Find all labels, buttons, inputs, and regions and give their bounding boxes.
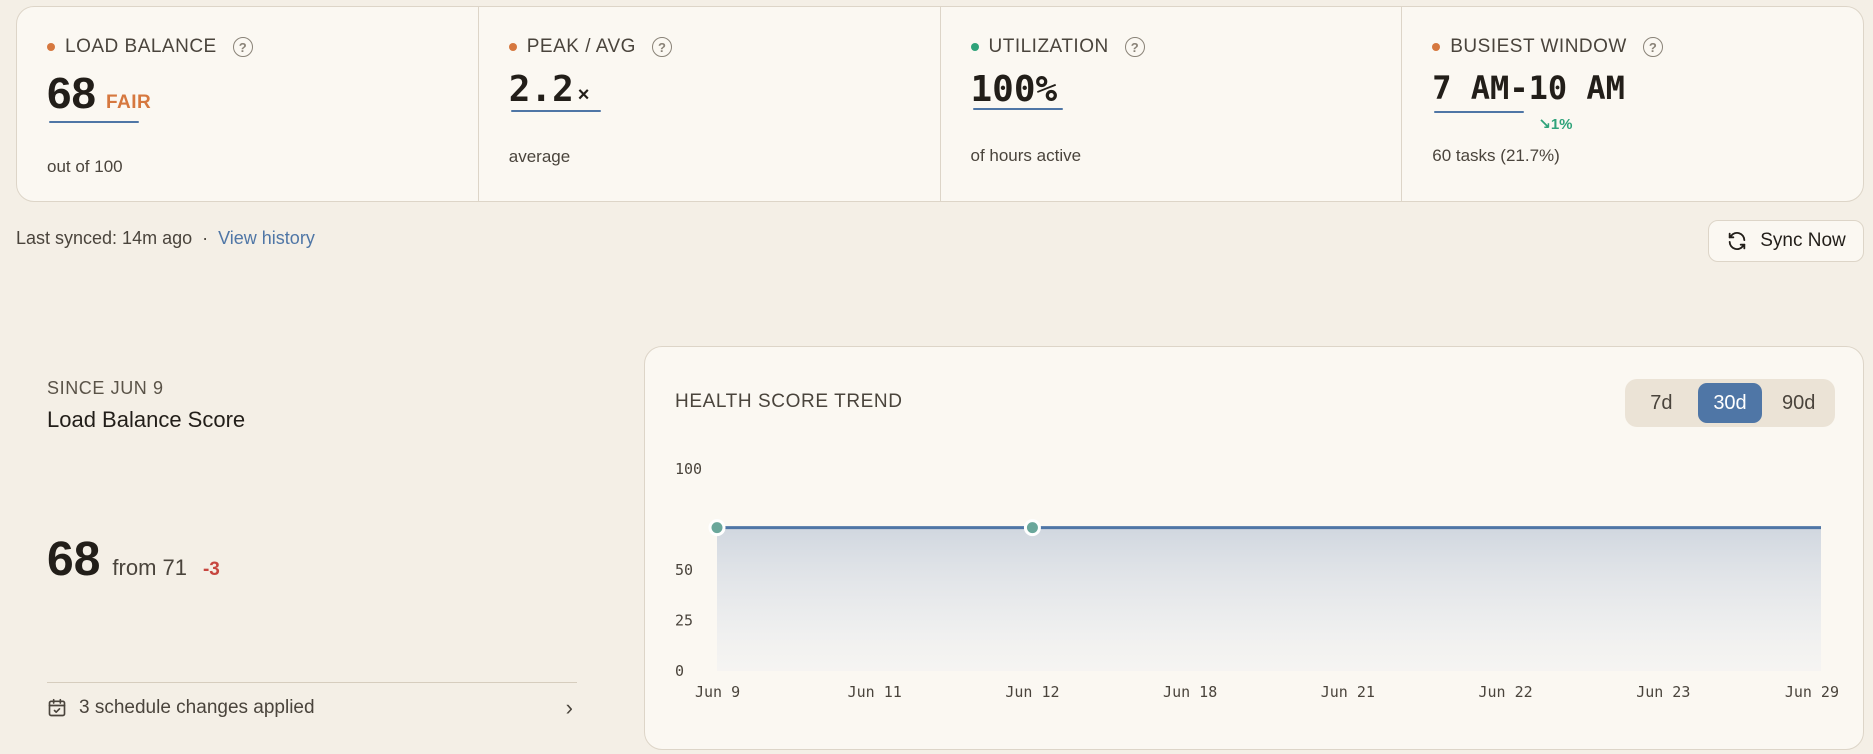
status-badge: FAIR	[105, 92, 152, 113]
since-label: SINCE JUN 9	[47, 378, 164, 398]
sync-status: Last synced: 14m ago · View history	[16, 228, 315, 249]
x-tick-label: Jun 18	[1163, 683, 1217, 701]
trend-chart: 0 25 50 100 Jun 9 Jun 11 Jun 12 Jun 18 Jun 21 Ju…	[675, 460, 1839, 701]
status-dot	[1432, 43, 1441, 51]
score-value: 68	[47, 533, 101, 586]
x-tick-label: Jun 21	[1321, 683, 1375, 701]
panel-title: Load Balance Score	[47, 407, 246, 432]
separator: ·	[202, 228, 209, 248]
schedule-changes-text: 3 schedule changes applied	[79, 696, 315, 718]
kpi-value: 7 AM-10 AM	[1432, 69, 1625, 107]
refresh-icon	[1728, 232, 1746, 250]
score-summary: 68 from 71 -3	[47, 532, 220, 587]
chevron-right-icon: ›	[565, 694, 573, 720]
kpi-value: 68	[47, 69, 96, 118]
y-tick-label: 0	[675, 662, 684, 680]
kpi-unit: ×	[577, 84, 590, 106]
value-underline	[510, 110, 601, 112]
score-from: from 71	[112, 555, 187, 580]
sync-now-button[interactable]: Sync Now	[1708, 220, 1864, 262]
kpi-label: UTILIZATION	[988, 36, 1109, 57]
health-trend-card: HEALTH SCORE TREND 7d 30d 90d 0 25 50 100 J…	[644, 346, 1864, 750]
kpi-load-balance: LOAD BALANCE ? 68 FAIR out of 100	[17, 7, 479, 201]
status-dot	[970, 43, 979, 51]
sync-now-label: Sync Now	[1760, 230, 1846, 251]
kpi-strip: LOAD BALANCE ? 68 FAIR out of 100 PEAK /…	[16, 6, 1864, 202]
value-underline	[49, 121, 139, 123]
x-tick-label: Jun 11	[848, 683, 902, 701]
x-tick-label: Jun 9	[695, 683, 740, 701]
kpi-busiest-window: BUSIEST WINDOW ? 7 AM-10 AM ↘1% 60 tasks…	[1402, 7, 1863, 201]
kpi-subtext: average	[508, 147, 571, 166]
help-icon[interactable]: ?	[651, 37, 672, 57]
x-tick-label: Jun 22	[1478, 683, 1532, 701]
kpi-subtext: 60 tasks (21.7%)	[1432, 146, 1560, 165]
kpi-value: 2.2	[508, 69, 574, 110]
kpi-label: PEAK / AVG	[526, 36, 636, 57]
calendar-check-icon	[48, 698, 66, 716]
status-dot	[47, 43, 55, 51]
score-delta: -3	[202, 559, 220, 580]
kpi-peak-avg: PEAK / AVG ? 2.2 × average	[479, 7, 941, 201]
y-tick-label: 25	[675, 612, 693, 630]
help-icon[interactable]: ?	[232, 37, 253, 57]
value-underline	[972, 108, 1063, 110]
series-area	[717, 527, 1821, 671]
help-icon[interactable]: ?	[1124, 37, 1145, 57]
y-tick-label: 50	[675, 561, 693, 579]
kpi-subtext: of hours active	[970, 146, 1082, 165]
kpi-label: BUSIEST WINDOW	[1450, 36, 1627, 57]
x-tick-label: Jun 29	[1785, 683, 1839, 701]
kpi-value: 100%	[970, 69, 1058, 110]
y-tick-label: 100	[675, 460, 702, 478]
kpi-utilization: UTILIZATION ? 100% of hours active	[941, 7, 1403, 201]
last-synced-text: Last synced: 14m ago	[16, 228, 193, 248]
data-point[interactable]	[1023, 519, 1041, 537]
value-underline	[1434, 111, 1525, 113]
summary-panel: SINCE JUN 9 Load Balance Score	[47, 378, 577, 433]
data-point[interactable]	[708, 519, 726, 537]
trend-delta-value: 1%	[1550, 116, 1573, 133]
status-dot	[508, 43, 517, 51]
x-tick-label: Jun 23	[1636, 683, 1690, 701]
trend-delta: ↘1%	[1538, 115, 1572, 133]
x-tick-label: Jun 12	[1005, 683, 1059, 701]
trend-down-icon: ↘	[1538, 116, 1551, 133]
help-icon[interactable]: ?	[1642, 37, 1663, 57]
view-history-link[interactable]: View history	[218, 228, 315, 249]
schedule-changes-row[interactable]: 3 schedule changes applied ›	[47, 682, 577, 732]
kpi-label: LOAD BALANCE	[65, 36, 217, 57]
kpi-subtext: out of 100	[47, 157, 123, 176]
